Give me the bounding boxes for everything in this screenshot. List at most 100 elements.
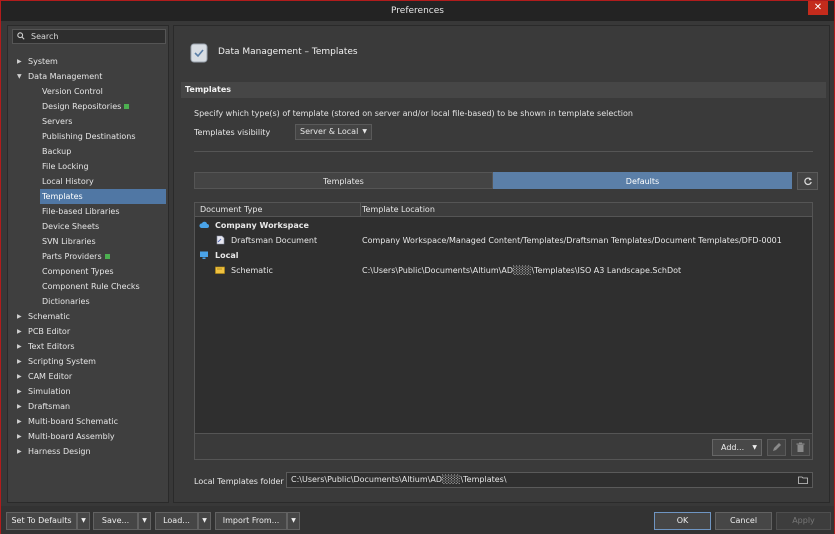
sidebar-item-label: Simulation: [28, 387, 71, 396]
chevron-right-icon[interactable]: ▶: [17, 444, 22, 459]
sidebar-item-label: Data Management: [28, 72, 103, 81]
sidebar-item[interactable]: Dictionaries: [8, 294, 168, 309]
chevron-right-icon[interactable]: ▶: [17, 354, 22, 369]
sidebar-item[interactable]: ▶ Draftsman: [8, 399, 168, 414]
visibility-dropdown[interactable]: Server & Local ▼: [295, 124, 372, 140]
tab-defaults[interactable]: Defaults: [493, 172, 792, 189]
ok-button[interactable]: OK: [654, 512, 711, 530]
chevron-right-icon[interactable]: ▶: [17, 429, 22, 444]
search-input[interactable]: Search: [12, 29, 166, 44]
sidebar-item[interactable]: ▶ Simulation: [8, 384, 168, 399]
sidebar-item[interactable]: Device Sheets: [8, 219, 168, 234]
chevron-right-icon[interactable]: ▶: [17, 369, 22, 384]
close-button[interactable]: ✕: [808, 1, 828, 15]
tab-templates[interactable]: Templates: [194, 172, 493, 189]
add-label: Add...: [721, 443, 745, 452]
refresh-button[interactable]: [797, 172, 818, 190]
sidebar-item[interactable]: ▼ Data Management: [8, 69, 168, 84]
schematic-document-icon: [215, 266, 225, 274]
sidebar-item[interactable]: Backup: [8, 144, 168, 159]
chevron-down-icon: ▼: [142, 517, 147, 524]
sidebar-item-label: Device Sheets: [42, 222, 100, 231]
cloud-icon: [199, 221, 209, 228]
set-to-defaults-button[interactable]: Set To Defaults: [6, 512, 77, 530]
group-label: Company Workspace: [215, 221, 309, 230]
chevron-right-icon[interactable]: ▶: [17, 414, 22, 429]
main-panel: Data Management – Templates Templates Sp…: [173, 25, 830, 503]
apply-button[interactable]: Apply: [776, 512, 831, 530]
import-from-dropdown[interactable]: ▼: [287, 512, 300, 530]
sidebar-item-label: Scripting System: [28, 357, 96, 366]
sidebar-item[interactable]: File-based Libraries: [8, 204, 168, 219]
search-placeholder: Search: [31, 32, 59, 41]
sidebar-item-label: Draftsman: [28, 402, 71, 411]
title-bar: Preferences ✕: [1, 1, 834, 21]
sidebar-item-label: Dictionaries: [42, 297, 90, 306]
sidebar-item[interactable]: Component Types: [8, 264, 168, 279]
chevron-down-icon[interactable]: ▼: [17, 69, 22, 84]
sidebar-item[interactable]: Servers: [8, 114, 168, 129]
sidebar-item[interactable]: ▶ Multi-board Schematic: [8, 414, 168, 429]
sidebar-item[interactable]: ▶ PCB Editor: [8, 324, 168, 339]
set-to-defaults-dropdown[interactable]: ▼: [77, 512, 90, 530]
sidebar-item[interactable]: ▶ CAM Editor: [8, 369, 168, 384]
chevron-right-icon[interactable]: ▶: [17, 309, 22, 324]
group-row-company-workspace[interactable]: Company Workspace: [195, 218, 812, 233]
bottom-action-bar: Set To Defaults ▼ Save... ▼ Load... ▼ Im…: [1, 506, 834, 534]
close-icon: ✕: [813, 2, 823, 13]
visibility-label: Templates visibility: [194, 128, 271, 137]
edit-button[interactable]: [767, 439, 786, 456]
sidebar-item-label: File-based Libraries: [42, 207, 120, 216]
local-templates-folder-field[interactable]: C:\Users\Public\Documents\Altium\AD░░░\T…: [286, 472, 813, 488]
sidebar-item[interactable]: ▶ Schematic: [8, 309, 168, 324]
sidebar-item-label: Templates: [42, 192, 83, 201]
sidebar-item[interactable]: ▶ System: [8, 54, 168, 69]
browse-folder-icon[interactable]: [798, 476, 808, 484]
sidebar-item[interactable]: Templates: [40, 189, 166, 204]
chevron-right-icon[interactable]: ▶: [17, 54, 22, 69]
chevron-right-icon[interactable]: ▶: [17, 384, 22, 399]
sidebar-item-label: System: [28, 57, 58, 66]
data-management-icon: [190, 43, 208, 63]
column-header-template-location[interactable]: Template Location: [362, 203, 435, 217]
sidebar-item[interactable]: ▶ Text Editors: [8, 339, 168, 354]
sidebar-item[interactable]: File Locking: [8, 159, 168, 174]
page-title: Data Management – Templates: [218, 47, 358, 57]
document-type-cell: Schematic: [231, 266, 273, 275]
chevron-right-icon[interactable]: ▶: [17, 339, 22, 354]
document-type-cell: Draftsman Document: [231, 236, 318, 245]
sidebar-item[interactable]: Design Repositories: [8, 99, 168, 114]
status-badge: [124, 104, 130, 109]
sidebar-item[interactable]: Parts Providers: [8, 249, 168, 264]
pencil-icon: [773, 443, 781, 451]
add-button[interactable]: Add... ▼: [712, 439, 762, 456]
sidebar-item-label: Version Control: [42, 87, 103, 96]
sidebar-item-label: Parts Providers: [42, 252, 102, 261]
sidebar-item[interactable]: Version Control: [8, 84, 168, 99]
save-button[interactable]: Save...: [93, 512, 138, 530]
sidebar-item[interactable]: Component Rule Checks: [8, 279, 168, 294]
load-dropdown[interactable]: ▼: [198, 512, 211, 530]
column-header-document-type[interactable]: Document Type: [200, 203, 262, 217]
grid-header: Document Type Template Location: [195, 203, 812, 217]
import-from-button[interactable]: Import From...: [215, 512, 287, 530]
sidebar-item[interactable]: ▶ Harness Design: [8, 444, 168, 459]
chevron-right-icon[interactable]: ▶: [17, 324, 22, 339]
group-row-local[interactable]: Local: [195, 248, 812, 263]
sidebar-item[interactable]: ▶ Scripting System: [8, 354, 168, 369]
load-button[interactable]: Load...: [155, 512, 198, 530]
search-icon: [17, 32, 25, 40]
save-dropdown[interactable]: ▼: [138, 512, 151, 530]
delete-button[interactable]: [791, 439, 810, 456]
sidebar-item[interactable]: ▶ Multi-board Assembly: [8, 429, 168, 444]
group-label: Local: [215, 251, 239, 260]
column-separator[interactable]: [360, 203, 361, 217]
table-row[interactable]: Schematic C:\Users\Public\Documents\Alti…: [195, 263, 812, 278]
sidebar-item[interactable]: Publishing Destinations: [8, 129, 168, 144]
sidebar-item[interactable]: SVN Libraries: [8, 234, 168, 249]
chevron-right-icon[interactable]: ▶: [17, 399, 22, 414]
table-row[interactable]: Draftsman Document Company Workspace/Man…: [195, 233, 812, 248]
cancel-button[interactable]: Cancel: [715, 512, 772, 530]
sidebar-item[interactable]: Local History: [8, 174, 168, 189]
visibility-value: Server & Local: [300, 127, 359, 136]
